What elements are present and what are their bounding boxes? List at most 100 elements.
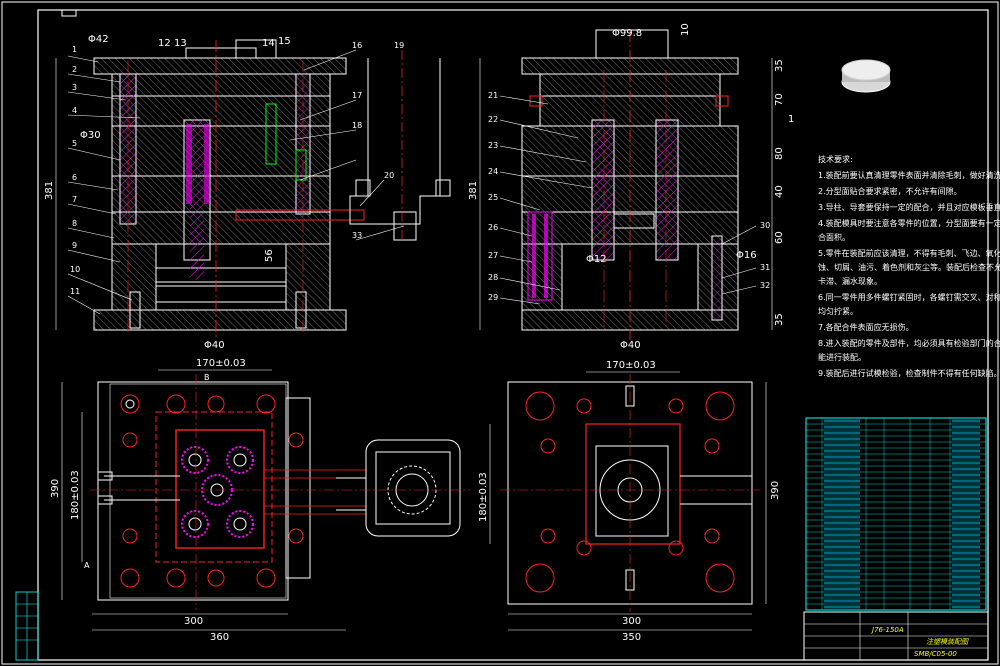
note-line: 7.各配合件表面应无损伤。 xyxy=(818,322,914,332)
notes-title: 技术要求: xyxy=(818,154,853,164)
product-illustration xyxy=(841,59,891,93)
dim-text: 170±0.03 xyxy=(606,360,656,371)
table-cell-fill xyxy=(952,545,980,549)
part-label: 11 xyxy=(70,287,80,296)
table-cell-fill xyxy=(824,557,860,561)
part-label: 18 xyxy=(352,121,362,130)
table-cell-fill xyxy=(952,581,980,585)
corner-stamp xyxy=(61,9,77,17)
left-margin-stamp xyxy=(15,591,39,661)
table-cell-fill xyxy=(824,443,860,447)
table-cell-fill xyxy=(824,455,860,459)
table-cell-fill xyxy=(824,497,860,501)
side-section-view xyxy=(521,29,739,340)
table-cell-fill xyxy=(824,509,860,513)
table-cell-fill xyxy=(952,563,980,567)
note-line: 6.同一零件用多件螺钉紧固时，各螺钉需交叉、对称、逐步 xyxy=(818,292,1000,302)
dim-text: 180±0.03 xyxy=(478,472,489,522)
part-label: 25 xyxy=(488,193,498,202)
table-cell-fill xyxy=(824,515,860,519)
note-line: 9.装配后进行试模检验，检查制件不得有任何缺陷。 xyxy=(818,368,1000,378)
table-cell-fill xyxy=(824,485,860,489)
dim-text: 60 xyxy=(774,231,785,244)
part-label: 21 xyxy=(488,91,498,100)
table-cell-fill xyxy=(824,419,860,423)
note-line: 1.装配前要认真清理零件表面并清除毛刺，做好清洗工作。 xyxy=(818,170,1000,180)
note-line: 5.零件在装配前应该清理，不得有毛刺、飞边、氧化皮、锈 xyxy=(818,248,1000,258)
part-label: 28 xyxy=(488,273,498,282)
title-block: J76-150A 注塑模装配图 SMB/C05-00 xyxy=(803,611,989,661)
table-cell-fill xyxy=(952,521,980,525)
technical-notes: 技术要求: 1.装配前要认真清理零件表面并清除毛刺，做好清洗工作。 2.分型面贴… xyxy=(818,154,1000,378)
part-label: 23 xyxy=(488,141,498,150)
drawing-name: 注塑模装配图 xyxy=(926,638,969,646)
dim-text: 12 xyxy=(158,38,171,49)
table-cell-fill xyxy=(824,425,860,429)
table-cell-fill xyxy=(824,539,860,543)
dim-text: Φ40 xyxy=(620,340,641,351)
dim-text: Φ40 xyxy=(204,340,225,351)
table-cell-fill xyxy=(824,551,860,555)
part-label: 29 xyxy=(488,293,498,302)
dim-text: Φ16 xyxy=(736,250,757,261)
part-label: 30 xyxy=(760,221,770,230)
dim-text: 40 xyxy=(774,185,785,198)
table-cell-fill xyxy=(952,479,980,483)
part-label: 1 xyxy=(72,45,77,54)
part-label: 8 xyxy=(72,219,77,228)
table-cell-fill xyxy=(824,431,860,435)
table-cell-fill xyxy=(824,593,860,597)
note-line: 卡滞、漏水现象。 xyxy=(818,276,882,286)
dim-height: 381 xyxy=(468,181,479,200)
table-cell-fill xyxy=(952,605,980,609)
table-cell-fill xyxy=(952,455,980,459)
part-label: 7 xyxy=(72,195,77,204)
table-cell-fill xyxy=(824,569,860,573)
table-cell-fill xyxy=(824,467,860,471)
cad-drawing-sheet: 1 2 3 4 5 6 7 8 9 10 11 16 17 18 19 20 3… xyxy=(1,1,1000,665)
table-cell-fill xyxy=(952,503,980,507)
dim-text: 35 xyxy=(774,59,785,72)
table-cell-fill xyxy=(952,419,980,423)
table-cell-fill xyxy=(952,425,980,429)
table-cell-fill xyxy=(952,557,980,561)
dim-text: 350 xyxy=(622,632,641,643)
dim-text: 13 xyxy=(174,38,187,49)
part-label: 16 xyxy=(352,41,362,50)
part-label: 27 xyxy=(488,251,498,260)
table-cell-fill xyxy=(824,437,860,441)
part-label: 3 xyxy=(72,83,77,92)
dim-text: 390 xyxy=(50,479,61,498)
note-line: 4.装配模具时要注意各零件的位置，分型面要有一定的贴 xyxy=(818,218,1000,228)
table-cell-fill xyxy=(824,521,860,525)
table-cell-fill xyxy=(952,515,980,519)
front-section-view xyxy=(93,39,451,340)
table-cell-fill xyxy=(824,533,860,537)
dim-text: Φ99.8 xyxy=(612,28,642,39)
table-cell-fill xyxy=(824,479,860,483)
note-line: 合面积。 xyxy=(818,232,850,242)
part-label: 19 xyxy=(394,41,404,50)
table-cell-fill xyxy=(824,461,860,465)
dim-text: 360 xyxy=(210,632,229,643)
table-cell-fill xyxy=(952,437,980,441)
dim-text: 15 xyxy=(278,36,291,47)
note-line: 均匀拧紧。 xyxy=(818,306,858,316)
part-label: 2 xyxy=(72,65,77,74)
table-cell-fill xyxy=(952,593,980,597)
dim-text: 390 xyxy=(770,481,781,500)
table-cell-fill xyxy=(952,569,980,573)
dim-text: 14 xyxy=(262,38,275,49)
note-line: 蚀、切屑、油污、着色剂和灰尘等。装配后检查不允许有 xyxy=(818,262,1000,272)
table-cell-fill xyxy=(952,461,980,465)
table-cell-fill xyxy=(952,431,980,435)
table-cell-fill xyxy=(952,467,980,471)
part-label: 17 xyxy=(352,91,362,100)
dim-text: 180±0.03 xyxy=(70,470,81,520)
dim-text: 1 xyxy=(788,114,794,125)
table-cell-fill xyxy=(952,443,980,447)
table-cell-fill xyxy=(824,587,860,591)
table-cell-fill xyxy=(952,485,980,489)
dim-text: Φ42 xyxy=(88,34,109,45)
table-cell-fill xyxy=(952,551,980,555)
